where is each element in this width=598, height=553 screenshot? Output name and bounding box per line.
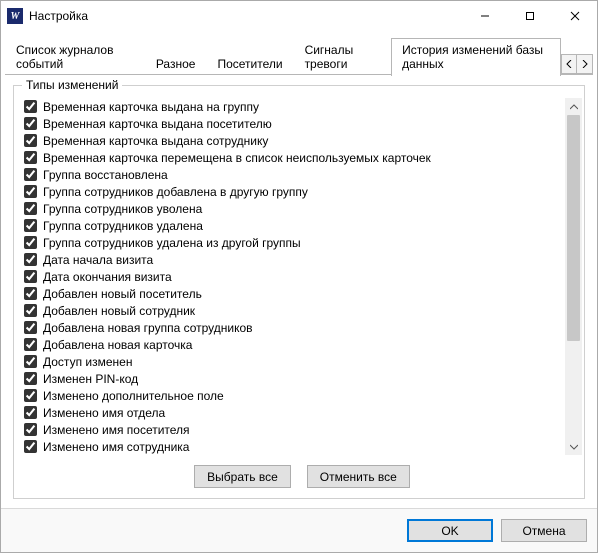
list-item: Группа сотрудников уволена bbox=[22, 200, 565, 217]
list-item: Группа сотрудников добавлена в другую гр… bbox=[22, 183, 565, 200]
change-type-label: Группа сотрудников удалена bbox=[43, 219, 203, 233]
ok-button[interactable]: OK bbox=[407, 519, 493, 542]
group-buttons: Выбрать все Отменить все bbox=[22, 455, 582, 490]
change-type-label: Изменено дополнительное поле bbox=[43, 389, 224, 403]
list-item: Временная карточка выдана на группу bbox=[22, 98, 565, 115]
list-item: Изменено имя сотрудника bbox=[22, 438, 565, 455]
list-item: Временная карточка перемещена в список н… bbox=[22, 149, 565, 166]
list-item: Доступ изменен bbox=[22, 353, 565, 370]
change-type-label: Группа сотрудников уволена bbox=[43, 202, 202, 216]
scroll-thumb[interactable] bbox=[567, 115, 580, 341]
list-item: Дата окончания визита bbox=[22, 268, 565, 285]
list-item: Дата начала визита bbox=[22, 251, 565, 268]
cancel-button[interactable]: Отмена bbox=[501, 519, 587, 542]
change-type-label: Доступ изменен bbox=[43, 355, 132, 369]
tab-content: Типы изменений Временная карточка выдана… bbox=[5, 74, 593, 507]
change-type-checkbox[interactable] bbox=[24, 389, 37, 402]
change-type-checkbox[interactable] bbox=[24, 321, 37, 334]
change-type-checkbox[interactable] bbox=[24, 270, 37, 283]
list-item: Группа сотрудников удалена из другой гру… bbox=[22, 234, 565, 251]
list-item: Добавлена новая карточка bbox=[22, 336, 565, 353]
change-type-label: Группа восстановлена bbox=[43, 168, 168, 182]
change-type-checkbox[interactable] bbox=[24, 304, 37, 317]
tab-2[interactable]: Посетители bbox=[206, 52, 293, 76]
change-type-checkbox[interactable] bbox=[24, 202, 37, 215]
list-item: Временная карточка выдана сотруднику bbox=[22, 132, 565, 149]
list-item: Изменено имя отдела bbox=[22, 404, 565, 421]
change-type-label: Временная карточка перемещена в список н… bbox=[43, 151, 431, 165]
change-type-checkbox[interactable] bbox=[24, 440, 37, 453]
dialog-footer: OK Отмена bbox=[1, 508, 597, 552]
scroll-down-icon[interactable] bbox=[565, 438, 582, 455]
titlebar: W Настройка bbox=[1, 1, 597, 31]
tab-scroll-right[interactable] bbox=[577, 54, 593, 74]
change-type-checkbox[interactable] bbox=[24, 253, 37, 266]
list-item: Изменен PIN-код bbox=[22, 370, 565, 387]
change-type-checkbox[interactable] bbox=[24, 287, 37, 300]
change-type-label: Дата начала визита bbox=[43, 253, 153, 267]
change-type-label: Группа сотрудников добавлена в другую гр… bbox=[43, 185, 308, 199]
change-type-label: Группа сотрудников удалена из другой гру… bbox=[43, 236, 301, 250]
tab-4[interactable]: История изменений базы данных bbox=[391, 38, 561, 76]
deselect-all-button[interactable]: Отменить все bbox=[307, 465, 410, 488]
maximize-button[interactable] bbox=[507, 1, 552, 31]
change-type-label: Добавлена новая группа сотрудников bbox=[43, 321, 253, 335]
app-icon: W bbox=[7, 8, 23, 24]
change-type-checkbox[interactable] bbox=[24, 406, 37, 419]
change-type-checkbox[interactable] bbox=[24, 168, 37, 181]
check-scroll-area: Временная карточка выдана на группу Време… bbox=[22, 98, 582, 455]
change-type-label: Изменено имя сотрудника bbox=[43, 440, 189, 454]
scroll-up-icon[interactable] bbox=[565, 98, 582, 115]
list-item: Добавлен новый посетитель bbox=[22, 285, 565, 302]
list-item: Группа сотрудников удалена bbox=[22, 217, 565, 234]
change-type-checkbox[interactable] bbox=[24, 117, 37, 130]
change-type-checkbox[interactable] bbox=[24, 151, 37, 164]
change-type-label: Временная карточка выдана на группу bbox=[43, 100, 259, 114]
change-type-label: Добавлен новый посетитель bbox=[43, 287, 202, 301]
list-item: Добавлен новый сотрудник bbox=[22, 302, 565, 319]
tab-3[interactable]: Сигналы тревоги bbox=[294, 38, 392, 76]
change-type-label: Дата окончания визита bbox=[43, 270, 172, 284]
change-type-checkbox[interactable] bbox=[24, 355, 37, 368]
select-all-button[interactable]: Выбрать все bbox=[194, 465, 291, 488]
change-type-checkbox[interactable] bbox=[24, 423, 37, 436]
change-type-label: Временная карточка выдана сотруднику bbox=[43, 134, 268, 148]
change-type-checkbox[interactable] bbox=[24, 134, 37, 147]
change-types-group: Типы изменений Временная карточка выдана… bbox=[13, 85, 585, 499]
window-controls bbox=[462, 1, 597, 31]
tab-0[interactable]: Список журналов событий bbox=[5, 38, 145, 76]
list-item: Временная карточка выдана посетителю bbox=[22, 115, 565, 132]
list-item: Группа восстановлена bbox=[22, 166, 565, 183]
tab-1[interactable]: Разное bbox=[145, 52, 207, 76]
vertical-scrollbar[interactable] bbox=[565, 98, 582, 455]
change-type-checkbox[interactable] bbox=[24, 372, 37, 385]
tab-scroll bbox=[561, 54, 593, 75]
change-type-label: Изменен PIN-код bbox=[43, 372, 138, 386]
change-type-label: Добавлен новый сотрудник bbox=[43, 304, 195, 318]
scroll-track[interactable] bbox=[565, 115, 582, 438]
change-type-label: Временная карточка выдана посетителю bbox=[43, 117, 272, 131]
change-type-label: Изменено имя посетителя bbox=[43, 423, 190, 437]
tab-strip: Список журналов событийРазноеПосетителиС… bbox=[1, 31, 597, 75]
group-label: Типы изменений bbox=[22, 78, 122, 92]
change-type-checkbox[interactable] bbox=[24, 100, 37, 113]
check-list: Временная карточка выдана на группу Време… bbox=[22, 98, 565, 455]
window-title: Настройка bbox=[29, 9, 462, 23]
change-type-checkbox[interactable] bbox=[24, 185, 37, 198]
list-item: Изменено имя посетителя bbox=[22, 421, 565, 438]
settings-dialog: W Настройка Список журналов событийРазно… bbox=[0, 0, 598, 553]
change-type-checkbox[interactable] bbox=[24, 236, 37, 249]
tab-scroll-left[interactable] bbox=[561, 54, 577, 74]
change-type-checkbox[interactable] bbox=[24, 219, 37, 232]
minimize-button[interactable] bbox=[462, 1, 507, 31]
change-type-label: Добавлена новая карточка bbox=[43, 338, 192, 352]
change-type-label: Изменено имя отдела bbox=[43, 406, 165, 420]
list-item: Добавлена новая группа сотрудников bbox=[22, 319, 565, 336]
change-type-checkbox[interactable] bbox=[24, 338, 37, 351]
list-item: Изменено дополнительное поле bbox=[22, 387, 565, 404]
close-button[interactable] bbox=[552, 1, 597, 31]
